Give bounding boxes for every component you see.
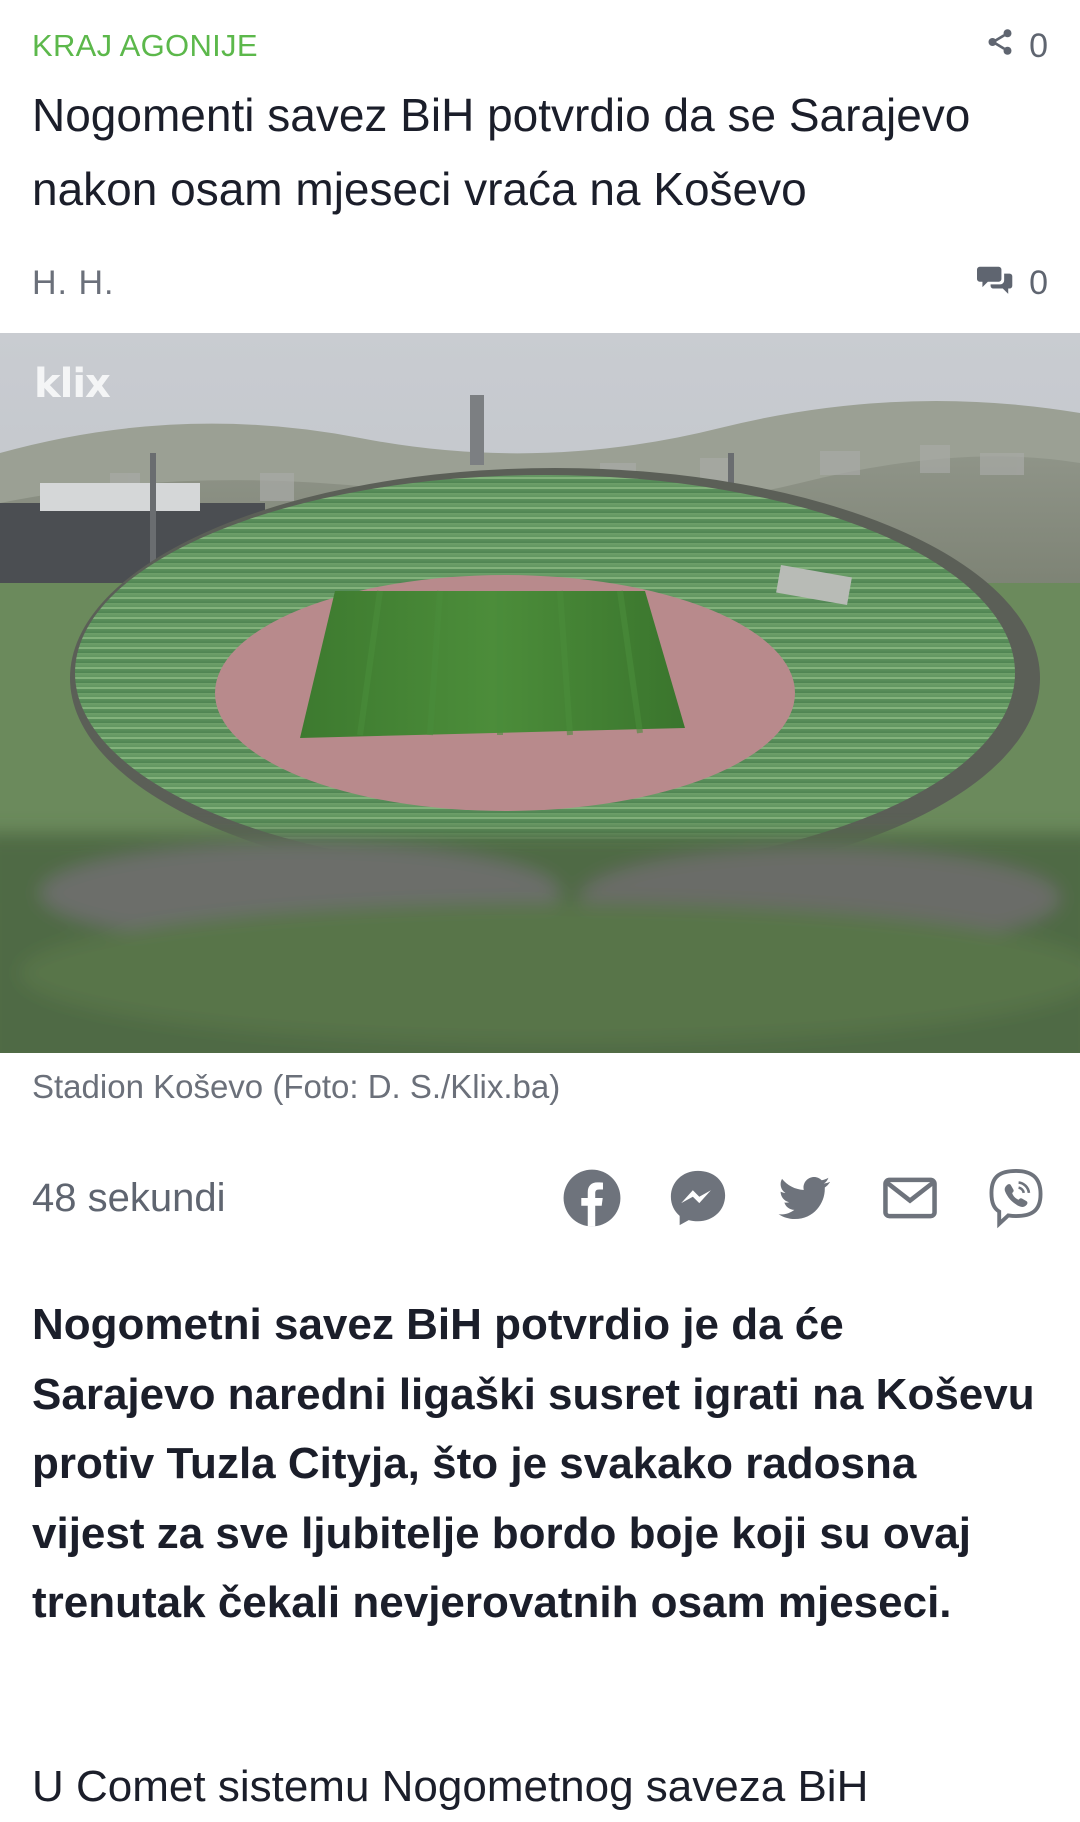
twitter-share-button[interactable] xyxy=(772,1166,836,1230)
article-kicker[interactable]: KRAJ AGONIJE xyxy=(32,28,258,64)
article-hero-image[interactable]: klix xyxy=(0,333,1080,1053)
share-icon xyxy=(985,27,1015,66)
facebook-share-button[interactable] xyxy=(560,1166,624,1230)
viber-icon xyxy=(989,1168,1043,1229)
stadium-photo xyxy=(0,333,1080,1053)
article-headline: Nogomenti savez BiH potvrdio da se Saraj… xyxy=(32,89,971,215)
comments-icon xyxy=(977,262,1015,305)
twitter-icon xyxy=(778,1176,830,1220)
article-meta-top: KRAJ AGONIJE 0 xyxy=(32,26,1048,66)
comments-counter[interactable]: 0 xyxy=(977,262,1048,305)
author-row: H. H. 0 xyxy=(32,258,1048,308)
article-author[interactable]: H. H. xyxy=(32,264,114,303)
comment-count: 0 xyxy=(1029,263,1048,302)
image-caption: Stadion Koševo (Foto: D. S./Klix.ba) xyxy=(32,1068,561,1105)
messenger-icon xyxy=(670,1170,726,1226)
article-page: KRAJ AGONIJE 0 Nogomenti savez BiH potvr… xyxy=(0,0,1080,1811)
klix-watermark: klix xyxy=(34,361,111,407)
messenger-share-button[interactable] xyxy=(666,1166,730,1230)
share-bar: 48 sekundi xyxy=(32,1165,1048,1231)
share-count: 0 xyxy=(1029,26,1048,65)
facebook-icon xyxy=(563,1169,621,1227)
email-share-button[interactable] xyxy=(878,1166,942,1230)
share-counter[interactable]: 0 xyxy=(985,27,1048,66)
share-icons xyxy=(560,1166,1048,1230)
viber-share-button[interactable] xyxy=(984,1166,1048,1230)
mail-icon xyxy=(883,1177,937,1219)
read-time: 48 sekundi xyxy=(32,1175,226,1220)
article-body-paragraph: U Comet sistemu Nogometnog saveza BiH xyxy=(32,1762,869,1811)
article-lead: Nogometni savez BiH potvrdio je da će Sa… xyxy=(32,1300,1035,1627)
